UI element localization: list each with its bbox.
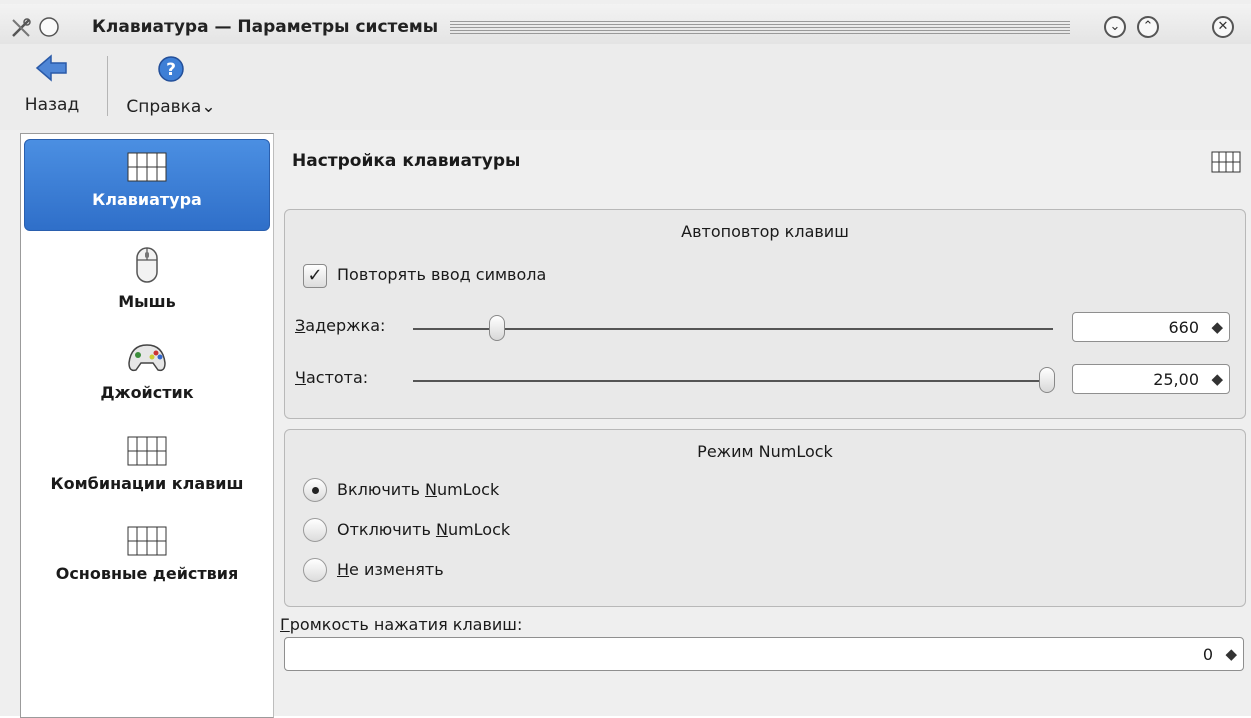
minimize-button[interactable]: ⌄	[1104, 16, 1126, 38]
numlock-off-radio[interactable]	[303, 518, 327, 542]
svg-text:?: ?	[166, 60, 176, 80]
spin-arrows-icon[interactable]: ◆	[1211, 368, 1223, 390]
repeat-checkbox-label: Повторять ввод символа	[337, 265, 547, 284]
title-bar[interactable]: Клавиатура — Параметры системы ⌄ ⌃ ✕	[0, 4, 1251, 44]
sidebar-item-keyboard[interactable]: Клавиатура	[24, 139, 270, 231]
numlock-unchanged-label: Не изменять	[337, 560, 444, 579]
delay-label: Задержка:	[295, 316, 386, 335]
tools-icon[interactable]	[10, 17, 32, 43]
chevron-down-icon: ⌄	[201, 97, 216, 117]
keyboard-icon	[127, 436, 167, 470]
mouse-icon	[132, 247, 162, 288]
gamepad-icon	[125, 344, 169, 379]
sidebar-item-joystick[interactable]: Джойстик	[21, 339, 273, 419]
help-label: Справка	[126, 97, 202, 117]
numlock-group: Режим NumLock Включить NumLock Отключить…	[284, 429, 1246, 607]
sidebar-item-label: Джойстик	[100, 383, 194, 402]
toolbar-separator	[107, 56, 108, 116]
back-arrow-icon	[35, 54, 69, 87]
rate-slider-handle[interactable]	[1039, 367, 1055, 393]
close-button[interactable]: ✕	[1212, 16, 1234, 38]
help-button[interactable]: ? Справка⌄	[118, 54, 224, 117]
volume-spinbox[interactable]: 0 ◆	[284, 637, 1244, 671]
numlock-unchanged-radio[interactable]	[303, 558, 327, 582]
sidebar-item-label: Мышь	[118, 292, 176, 311]
repeat-checkbox[interactable]: ✓	[303, 264, 327, 288]
help-icon: ?	[156, 56, 186, 89]
titlebar-grip	[450, 21, 1070, 35]
numlock-on-radio[interactable]	[303, 478, 327, 502]
category-sidebar: Клавиатура Мышь Джойстик Комбинации клав…	[20, 133, 274, 718]
delay-slider[interactable]	[413, 328, 1053, 330]
rate-label: Частота:	[295, 368, 369, 387]
back-button[interactable]: Назад	[0, 54, 104, 115]
sidebar-item-shortcuts[interactable]: Комбинации клавиш	[21, 436, 273, 516]
settings-window: Клавиатура — Параметры системы ⌄ ⌃ ✕ Наз…	[0, 0, 1251, 718]
back-label: Назад	[24, 95, 80, 115]
autorepeat-group: Автоповтор клавиш ✓ Повторять ввод симво…	[284, 209, 1246, 419]
sidebar-item-label: Клавиатура	[92, 190, 202, 209]
volume-label: Громкость нажатия клавиш:	[280, 615, 523, 634]
rate-slider[interactable]	[413, 380, 1053, 382]
keyboard-icon	[1211, 151, 1241, 177]
toolbar: Назад ? Справка⌄	[0, 44, 1251, 130]
sidebar-item-basic-actions[interactable]: Основные действия	[21, 526, 273, 606]
keyboard-icon	[127, 526, 167, 560]
page-title: Настройка клавиатуры	[292, 151, 521, 171]
sidebar-item-label: Основные действия	[55, 564, 239, 583]
spin-arrows-icon[interactable]: ◆	[1225, 643, 1237, 665]
sidebar-item-mouse[interactable]: Мышь	[21, 246, 273, 326]
window-title: Клавиатура — Параметры системы	[92, 17, 439, 37]
menu-circle-icon[interactable]	[38, 16, 60, 42]
group-title: Режим NumLock	[697, 442, 833, 461]
maximize-button[interactable]: ⌃	[1137, 16, 1159, 38]
group-title: Автоповтор клавиш	[681, 222, 849, 241]
sidebar-item-label: Комбинации клавиш	[50, 474, 244, 493]
keyboard-icon	[127, 152, 167, 186]
rate-spinbox[interactable]: 25,00 ◆	[1072, 364, 1230, 394]
delay-spinbox[interactable]: 660 ◆	[1072, 312, 1230, 342]
main-panel: Настройка клавиатуры Автоповтор клавиш ✓…	[280, 133, 1251, 716]
numlock-on-label: Включить NumLock	[337, 480, 500, 499]
delay-slider-handle[interactable]	[489, 315, 505, 341]
spin-arrows-icon[interactable]: ◆	[1211, 316, 1223, 338]
numlock-off-label: Отключить NumLock	[337, 520, 511, 539]
